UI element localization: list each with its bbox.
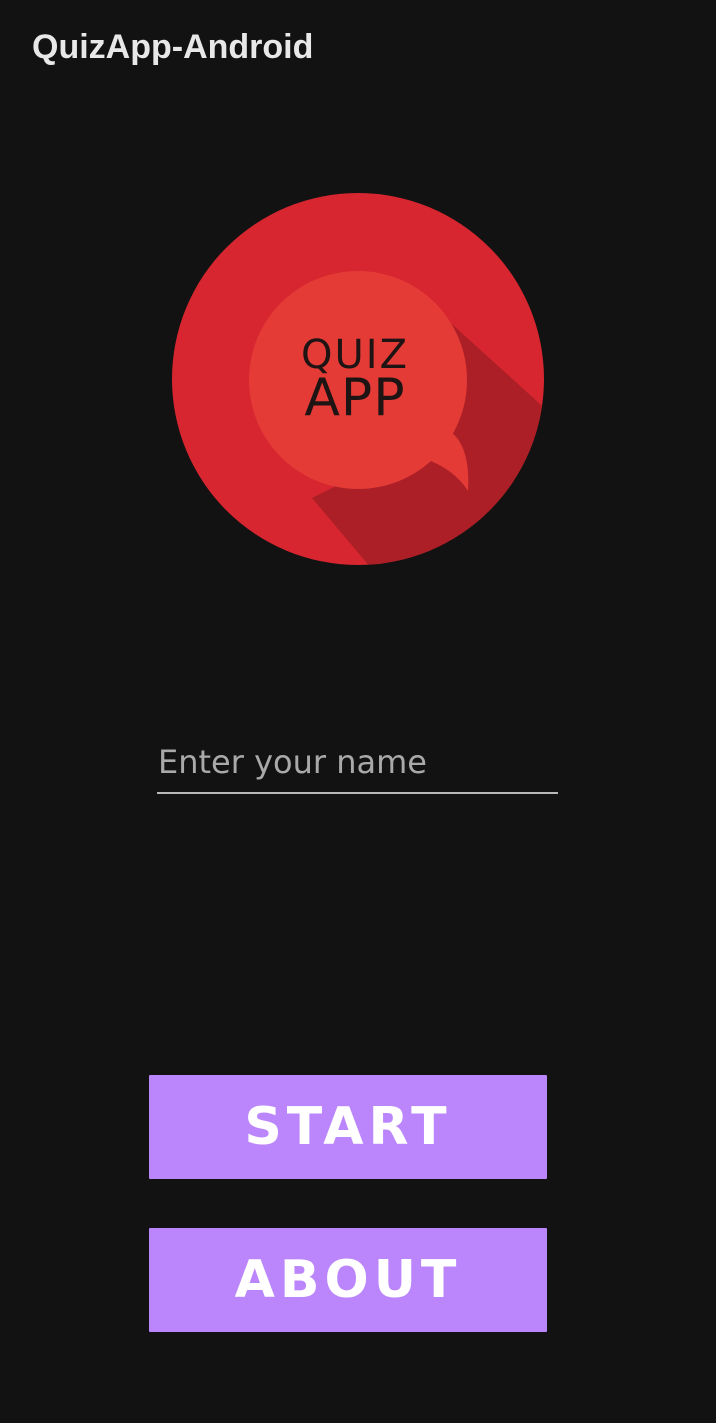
logo-text-line2: APP xyxy=(304,368,405,428)
start-button[interactable]: START xyxy=(149,1075,547,1179)
about-button[interactable]: ABOUT xyxy=(149,1228,547,1332)
quiz-app-logo-icon: QUIZ APP xyxy=(172,193,544,565)
app-title: QuizApp-Android xyxy=(32,28,314,66)
name-input[interactable] xyxy=(157,740,558,794)
quiz-app-logo: QUIZ APP xyxy=(172,193,544,565)
